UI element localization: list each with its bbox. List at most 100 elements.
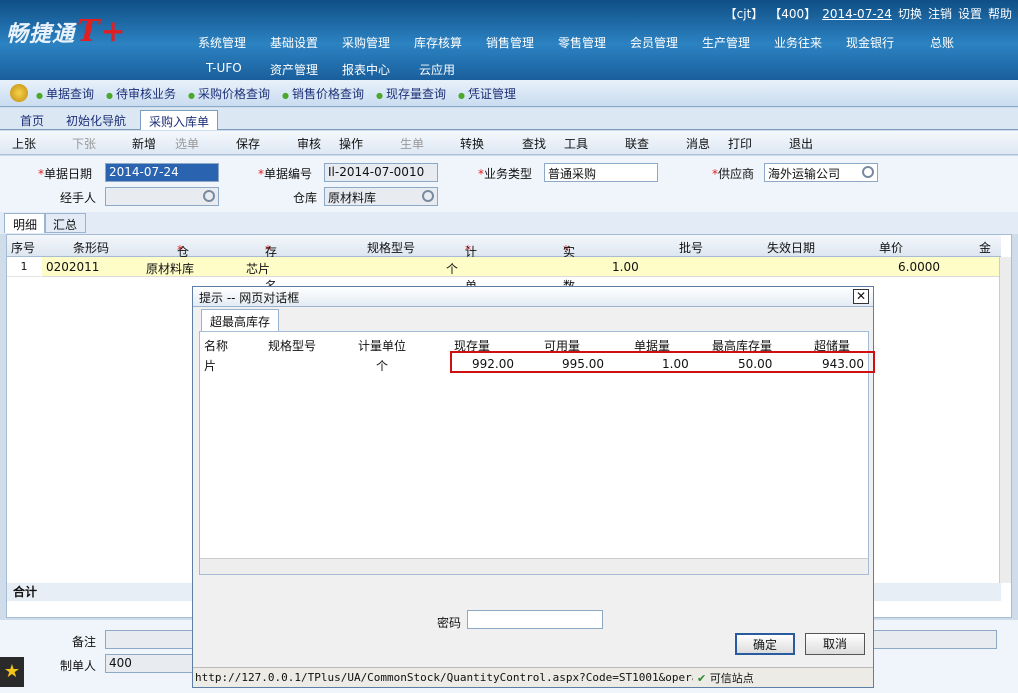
menu-cloud[interactable]: 云应用 [419, 61, 455, 78]
maker-label: 制单人 [60, 659, 97, 673]
tab-init-nav[interactable]: 初始化导航 [58, 110, 134, 130]
toolbar-exit[interactable]: 退出 [789, 135, 813, 152]
dialog-tab[interactable]: 超最高库存 [201, 309, 280, 331]
password-input[interactable] [467, 610, 603, 629]
tab-detail[interactable]: 明细 [4, 213, 47, 233]
warehouse-label: 仓库 [293, 191, 318, 205]
cell-name[interactable]: 芯片 [246, 260, 270, 277]
toolbar: 上张 下张 新增 选单 保存 审核 操作 生单 转换 查找 工具 联查 消息 打… [0, 131, 1018, 155]
detail-tabs: 明细 汇总 [0, 212, 1018, 234]
cell-barcode[interactable]: 0202011 [46, 260, 99, 274]
warning-dialog: 提示 -- 网页对话框 ✕ 超最高库存 名称 规格型号 计量单位 现存量 可用量… [192, 286, 875, 688]
toolbar-select[interactable]: 选单 [175, 135, 199, 152]
col-barcode: 条形码 [73, 241, 110, 255]
toolbar-next[interactable]: 下张 [72, 135, 96, 152]
handler-input[interactable] [105, 187, 219, 206]
table-row[interactable]: 0202011 原材料库 芯片 个 1.00 6.0000 [42, 257, 1000, 277]
menu-sales[interactable]: 销售管理 [486, 34, 534, 51]
business-type-select[interactable]: 普通采购 [544, 163, 658, 182]
gear-icon[interactable] [10, 84, 28, 102]
grid-vscroll[interactable] [999, 257, 1011, 583]
toolbar-generate[interactable]: 生单 [400, 135, 424, 152]
status-zone: ✔ 可信站点 [693, 670, 754, 686]
toolbar-save[interactable]: 保存 [236, 135, 260, 152]
menu-assets[interactable]: 资产管理 [270, 61, 318, 78]
highlight-box [450, 351, 875, 373]
toolbar-operate[interactable]: 操作 [339, 135, 363, 152]
quick-voucher[interactable]: 凭证管理 [458, 85, 516, 102]
app-logo: 畅捷通T+ [6, 14, 127, 49]
toolbar-prev[interactable]: 上张 [12, 135, 36, 152]
ok-button[interactable]: 确定 [735, 633, 795, 655]
quick-pending[interactable]: 待审核业务 [106, 85, 176, 102]
cell-price[interactable]: 6.0000 [898, 260, 940, 274]
close-icon[interactable]: ✕ [853, 289, 869, 304]
col-expiry: 失效日期 [767, 241, 816, 255]
menu-member[interactable]: 会员管理 [630, 34, 678, 51]
dcol-name: 名称 [204, 339, 229, 353]
date-input[interactable]: 2014-07-24 [105, 163, 219, 182]
doc-no-input[interactable]: Il-2014-07-0010 [324, 163, 438, 182]
menu-cash[interactable]: 现金银行 [846, 34, 894, 51]
cell-warehouse[interactable]: 原材料库 [146, 260, 194, 277]
page-tabs: 首页 初始化导航 采购入库单 [0, 108, 1018, 130]
cancel-button[interactable]: 取消 [805, 633, 865, 655]
cell-unit[interactable]: 个 [446, 260, 458, 277]
menu-basic[interactable]: 基础设置 [270, 34, 318, 51]
menu-production[interactable]: 生产管理 [702, 34, 750, 51]
tab-purchase-receipt[interactable]: 采购入库单 [140, 110, 219, 130]
menu-system[interactable]: 系统管理 [198, 34, 246, 51]
quick-sales-price[interactable]: 销售价格查询 [282, 85, 364, 102]
col-spec: 规格型号 [367, 241, 416, 255]
search-icon[interactable] [862, 166, 874, 178]
toolbar-link[interactable]: 联查 [625, 135, 649, 152]
menu-reports[interactable]: 报表中心 [342, 61, 390, 78]
status-url: http://127.0.0.1/TPlus/UA/CommonStock/Qu… [195, 671, 739, 684]
user-label: 【cjt】 [724, 7, 764, 21]
warehouse-input[interactable]: 原材料库 [324, 187, 438, 206]
menu-tufo[interactable]: T-UFO [206, 61, 242, 75]
login-date-link[interactable]: 2014-07-24 [822, 7, 892, 21]
note-label: 备注 [72, 635, 97, 649]
menu-inventory[interactable]: 库存核算 [414, 34, 462, 51]
dialog-title: 提示 -- 网页对话框 [199, 291, 300, 305]
dialog-grid: 名称 规格型号 计量单位 现存量 可用量 单据量 最高库存量 超储量 片 个 9… [199, 331, 875, 575]
account-label: 【400】 [769, 7, 817, 21]
menu-business[interactable]: 业务往来 [774, 34, 822, 51]
tab-summary[interactable]: 汇总 [44, 213, 87, 233]
tab-home[interactable]: 首页 [12, 110, 52, 130]
col-price: 单价 [879, 241, 904, 255]
vendor-input[interactable]: 海外运输公司 [764, 163, 878, 182]
quick-bar: 单据查询 待审核业务 采购价格查询 销售价格查询 现存量查询 凭证管理 [0, 80, 1018, 107]
toolbar-find[interactable]: 查找 [522, 135, 546, 152]
toolbar-tools[interactable]: 工具 [564, 135, 588, 152]
quick-stock[interactable]: 现存量查询 [376, 85, 446, 102]
menu-retail[interactable]: 零售管理 [558, 34, 606, 51]
search-icon[interactable] [422, 190, 434, 202]
toolbar-new[interactable]: 新增 [132, 135, 156, 152]
dialog-titlebar: 提示 -- 网页对话框 ✕ [193, 287, 873, 307]
toolbar-convert[interactable]: 转换 [460, 135, 484, 152]
toolbar-print[interactable]: 打印 [728, 135, 752, 152]
switch-link[interactable]: 切换 [898, 5, 922, 22]
star-icon[interactable]: ★ [0, 657, 24, 687]
toolbar-message[interactable]: 消息 [686, 135, 710, 152]
handler-label: 经手人 [60, 191, 97, 205]
menu-purchase[interactable]: 采购管理 [342, 34, 390, 51]
col-batch: 批号 [679, 241, 704, 255]
receipt-form: *单据日期 2014-07-24 *单据编号 Il-2014-07-0010 *… [0, 156, 1018, 214]
logout-link[interactable]: 注销 [928, 5, 952, 22]
quick-doc-query[interactable]: 单据查询 [36, 85, 94, 102]
check-icon: ✔ [697, 672, 707, 685]
cell-qty[interactable]: 1.00 [612, 260, 639, 274]
search-icon[interactable] [203, 190, 215, 202]
help-link[interactable]: 帮助 [988, 5, 1012, 22]
dcol-spec: 规格型号 [268, 339, 317, 353]
toolbar-audit[interactable]: 审核 [297, 135, 321, 152]
quick-purchase-price[interactable]: 采购价格查询 [188, 85, 270, 102]
dialog-hscroll[interactable] [200, 558, 868, 574]
col-no: 序号 [11, 241, 36, 255]
settings-link[interactable]: 设置 [958, 5, 982, 22]
menu-ledger[interactable]: 总账 [930, 34, 954, 51]
date-label: *单据日期 [38, 167, 93, 181]
